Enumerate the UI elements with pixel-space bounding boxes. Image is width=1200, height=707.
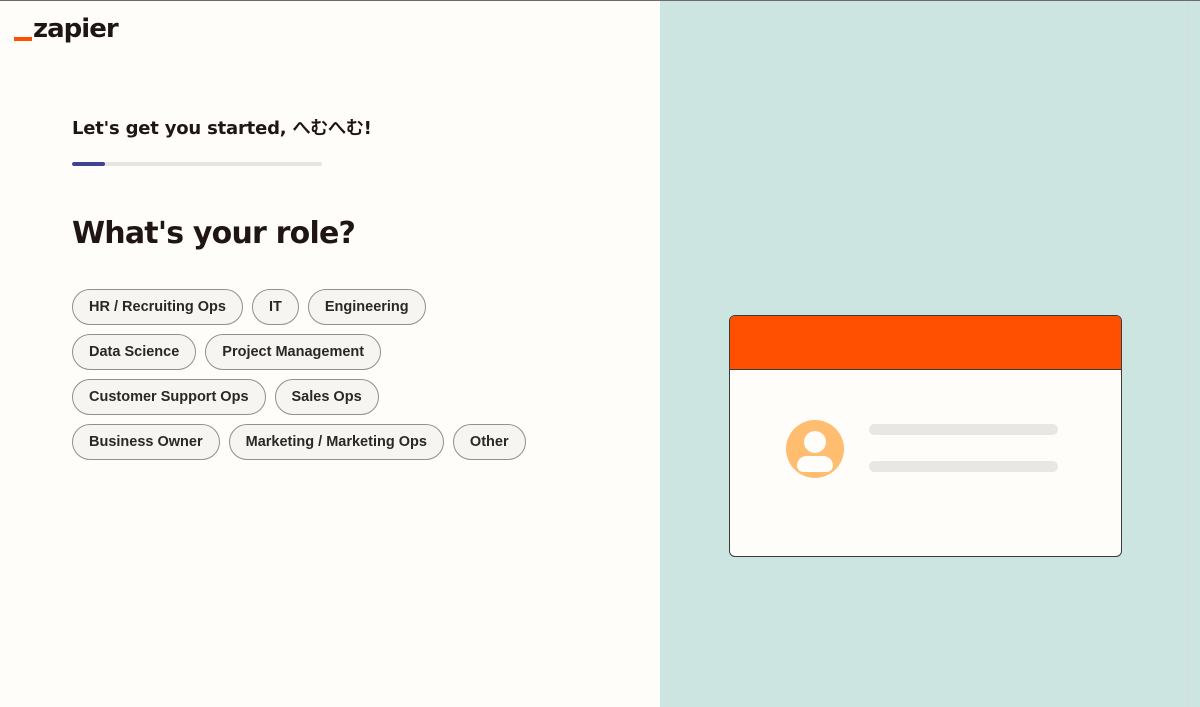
placeholder-line: [869, 424, 1058, 435]
role-row: HR / Recruiting Ops IT Engineering: [72, 289, 532, 325]
role-option-project-management[interactable]: Project Management: [205, 334, 382, 370]
zapier-logo[interactable]: zapier: [14, 14, 119, 44]
page-title: What's your role?: [72, 216, 356, 251]
role-row: Data Science Project Management: [72, 334, 532, 370]
avatar-head: [804, 431, 826, 453]
role-row: Customer Support Ops Sales Ops: [72, 379, 532, 415]
role-option-it[interactable]: IT: [251, 289, 299, 325]
role-options: HR / Recruiting Ops IT Engineering Data Sci…: [72, 289, 532, 469]
scrollbar[interactable]: [1188, 1, 1200, 707]
role-option-other[interactable]: Other: [452, 424, 526, 460]
profile-card-illustration: [729, 315, 1122, 557]
role-option-engineering[interactable]: Engineering: [307, 289, 426, 325]
user-avatar-icon: [786, 420, 844, 478]
onboarding-progress-bar: [72, 162, 322, 166]
role-row: Business Owner Marketing / Marketing Ops O…: [72, 424, 532, 460]
greeting-text: Let's get you started, へむへむ!: [72, 118, 372, 139]
logo-wordmark: zapier: [33, 14, 119, 44]
logo-underscore-mark: [14, 37, 32, 41]
role-option-customer-support-ops[interactable]: Customer Support Ops: [72, 379, 266, 415]
role-option-data-science[interactable]: Data Science: [72, 334, 197, 370]
progress-fill: [72, 162, 105, 166]
role-option-sales-ops[interactable]: Sales Ops: [274, 379, 379, 415]
role-option-marketing-marketing-ops[interactable]: Marketing / Marketing Ops: [228, 424, 444, 460]
card-header-bar: [730, 316, 1121, 370]
avatar-body: [797, 456, 833, 472]
role-option-hr-recruiting-ops[interactable]: HR / Recruiting Ops: [72, 289, 243, 325]
role-option-business-owner[interactable]: Business Owner: [72, 424, 220, 460]
placeholder-line: [869, 461, 1058, 472]
